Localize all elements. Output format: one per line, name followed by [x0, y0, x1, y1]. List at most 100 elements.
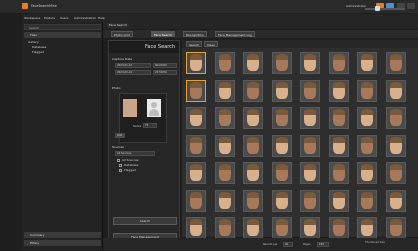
date-from-field[interactable]: 2023-01-12 [115, 63, 151, 68]
face-result-tile[interactable] [186, 107, 206, 129]
page-size-field[interactable]: 20 [283, 242, 293, 247]
face-result-tile[interactable] [385, 162, 406, 184]
face-result-tile[interactable] [385, 107, 406, 129]
face-result-tile[interactable] [300, 79, 320, 102]
face-result-tile[interactable] [271, 189, 292, 212]
face-result-tile[interactable] [300, 162, 320, 184]
add-photo-button[interactable]: Add [115, 133, 125, 138]
face-result-tile[interactable] [243, 52, 263, 74]
face-hair-shape [218, 164, 231, 170]
face-result-tile[interactable] [186, 134, 206, 157]
tab-photo-grid[interactable]: Photo Grid [111, 31, 133, 37]
tab-face-management-log[interactable]: Face Management Log [215, 31, 255, 37]
face-result-tile[interactable] [186, 162, 206, 184]
face-result-tile[interactable] [243, 189, 263, 212]
face-result-tile[interactable] [186, 52, 206, 74]
face-result-tile[interactable] [214, 52, 235, 74]
face-result-tile[interactable] [214, 162, 235, 184]
face-result-tile[interactable] [214, 189, 235, 212]
face-result-tile[interactable] [214, 79, 235, 102]
face-result-tile[interactable] [271, 79, 292, 102]
tab-face-search-main[interactable]: Face Search [107, 23, 130, 28]
face-result-tile[interactable] [328, 107, 349, 129]
source-checkbox-all[interactable] [117, 159, 120, 162]
face-result-tile[interactable] [271, 162, 292, 184]
face-result-tile[interactable] [357, 189, 377, 212]
menu-administration[interactable]: Administration [74, 16, 96, 20]
face-result-tile[interactable] [357, 162, 377, 184]
face-result-tile[interactable] [243, 162, 263, 184]
menu-help[interactable]: Help [98, 16, 105, 20]
face-result-tile[interactable] [271, 217, 292, 239]
face-hair-shape [361, 219, 373, 225]
face-result-tile[interactable] [186, 217, 206, 239]
menu-module[interactable]: Module [44, 16, 55, 20]
toolbar: Photo Grid Face Search Recognition Face … [103, 30, 418, 38]
source-checkbox-flagged[interactable] [119, 169, 122, 172]
face-hair-shape [389, 191, 402, 198]
face-result-tile[interactable] [385, 217, 406, 239]
face-result-tile[interactable] [271, 134, 292, 157]
face-result-tile[interactable] [214, 217, 235, 239]
face-result-tile[interactable] [300, 217, 320, 239]
sources-select[interactable]: All Sources [115, 151, 155, 156]
face-result-tile[interactable] [328, 189, 349, 212]
face-result-tile[interactable] [328, 52, 349, 74]
zoom-slider-track[interactable] [365, 8, 405, 10]
face-result-tile[interactable] [214, 107, 235, 129]
face-result-tile[interactable] [328, 79, 349, 102]
face-hair-shape [275, 109, 288, 115]
summary-header[interactable]: Summary [24, 232, 101, 238]
face-result-tile[interactable] [328, 162, 349, 184]
face-result-tile[interactable] [357, 134, 377, 157]
results-toolbar: Search Clear [182, 40, 418, 48]
face-result-tile[interactable] [243, 217, 263, 239]
face-result-tile[interactable] [357, 217, 377, 239]
face-result-tile[interactable] [328, 217, 349, 239]
face-result-tile[interactable] [186, 79, 206, 102]
face-result-tile[interactable] [243, 107, 263, 129]
avatar-placeholder-icon[interactable] [147, 99, 161, 117]
face-result-tile[interactable] [243, 79, 263, 102]
face-result-tile[interactable] [357, 107, 377, 129]
face-result-tile[interactable] [300, 52, 320, 74]
face-result-tile[interactable] [328, 134, 349, 157]
filters-header[interactable]: Filters [24, 240, 101, 246]
date-to-field[interactable]: 2023-03-12 [115, 70, 151, 75]
face-result-tile[interactable] [300, 107, 320, 129]
tree-item-database[interactable]: Database [32, 45, 46, 49]
face-result-tile[interactable] [385, 79, 406, 102]
face-result-tile[interactable] [186, 189, 206, 212]
search-button[interactable]: Search [113, 217, 177, 225]
face-result-tile[interactable] [385, 52, 406, 74]
source-checkbox-database[interactable] [119, 164, 122, 167]
face-result-tile[interactable] [357, 52, 377, 74]
threshold-field[interactable]: 75 [143, 123, 157, 128]
close-button[interactable] [407, 3, 415, 9]
tab-recognition[interactable]: Recognition [183, 31, 207, 37]
face-result-tile[interactable] [357, 79, 377, 102]
face-result-tile[interactable] [243, 134, 263, 157]
tiles-header[interactable]: Tiles [24, 32, 101, 38]
face-result-tile[interactable] [300, 189, 320, 212]
menu-workspace[interactable]: Workspace [24, 16, 40, 20]
face-hair-shape [332, 164, 345, 170]
tab-face-search[interactable]: Face Search [151, 31, 176, 37]
face-result-tile[interactable] [271, 107, 292, 129]
zoom-slider-handle[interactable] [375, 6, 380, 11]
face-result-tile[interactable] [385, 189, 406, 212]
face-result-tile[interactable] [214, 134, 235, 157]
clear-results-button[interactable]: Clear [204, 41, 218, 47]
time-from-field[interactable]: 00:00:00 [153, 63, 177, 68]
search-results-button[interactable]: Search [186, 41, 203, 47]
face-result-tile[interactable] [300, 134, 320, 157]
face-result-tile[interactable] [385, 134, 406, 157]
time-to-field[interactable]: 23:59:59 [153, 70, 177, 75]
menu-users[interactable]: Users [60, 16, 68, 20]
search-input[interactable]: Search [24, 24, 101, 30]
capture-date-label: Capture Date [112, 57, 133, 61]
tree-item-flagged[interactable]: Flagged [32, 50, 44, 54]
face-hair-shape [275, 164, 288, 170]
tree-item-gallery[interactable]: Gallery [28, 40, 39, 44]
face-result-tile[interactable] [271, 52, 292, 74]
